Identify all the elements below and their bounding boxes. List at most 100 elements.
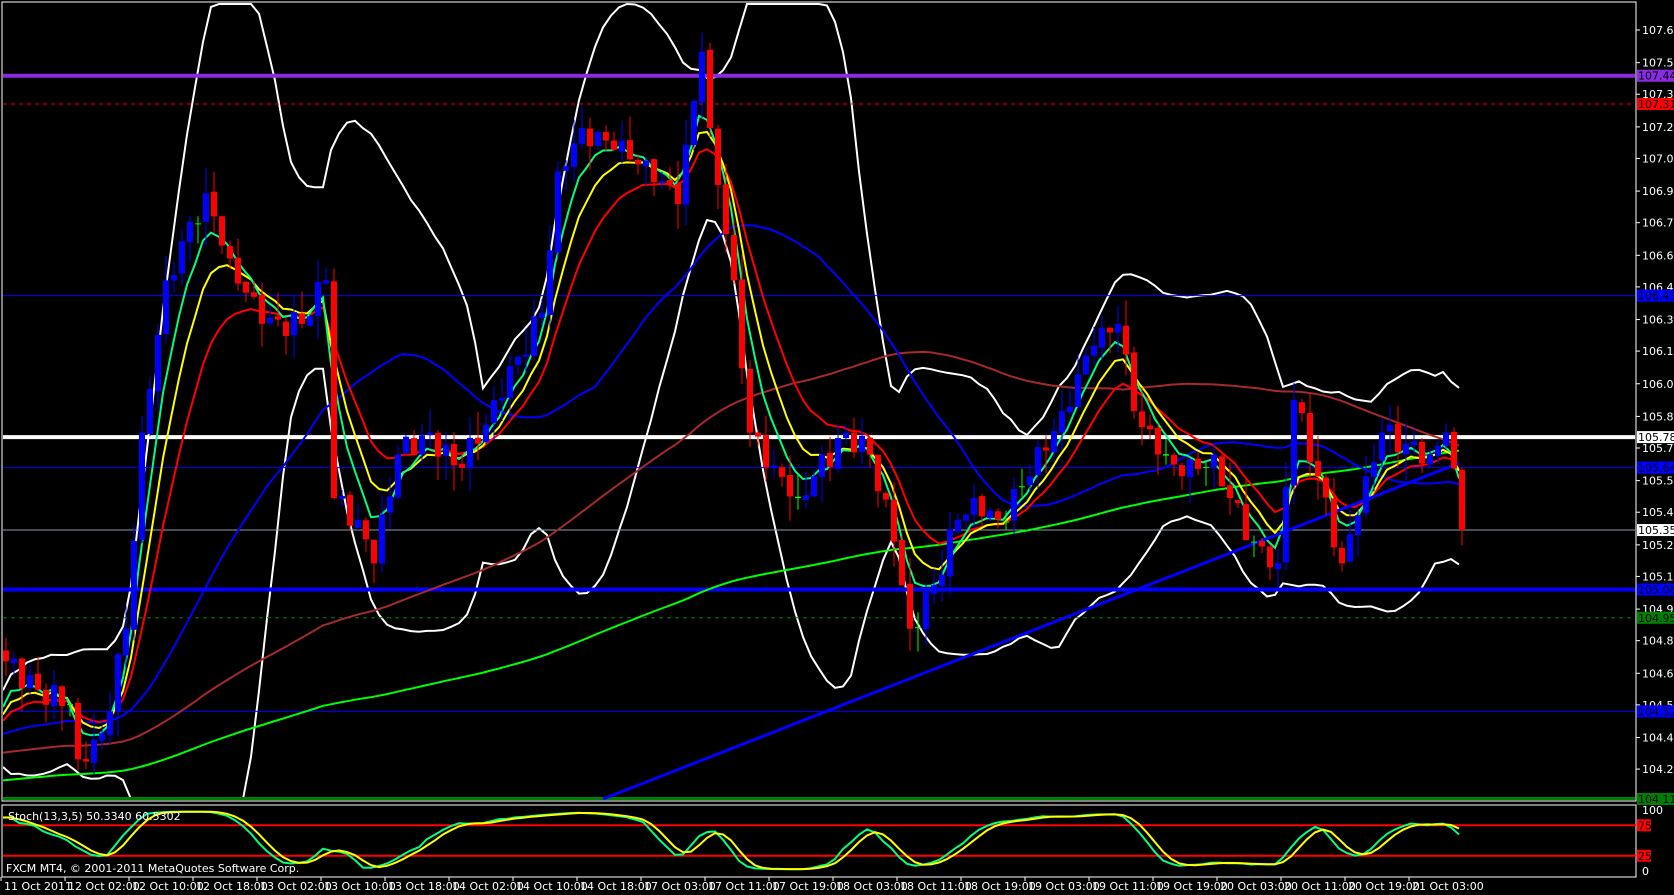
price-tick-label: 105.285 bbox=[1642, 539, 1674, 552]
candle-body bbox=[1283, 487, 1289, 563]
candle-body bbox=[99, 733, 105, 741]
candle-body bbox=[843, 432, 849, 439]
time-label: 12 Oct 02:00 bbox=[68, 880, 140, 893]
price-tick-label: 105.140 bbox=[1642, 570, 1674, 583]
candle-body bbox=[1243, 504, 1249, 541]
candle-body bbox=[227, 246, 233, 259]
candle-body bbox=[483, 424, 489, 443]
candle-body bbox=[771, 465, 777, 468]
candle-body bbox=[1235, 500, 1241, 504]
candle-body bbox=[683, 144, 689, 205]
candle-body bbox=[1211, 454, 1217, 467]
candle-body bbox=[51, 684, 57, 707]
candle-body bbox=[411, 438, 417, 456]
candle-body bbox=[867, 437, 873, 455]
candle-body bbox=[1003, 521, 1009, 523]
candle-body bbox=[755, 432, 761, 437]
candle-body bbox=[1131, 352, 1137, 411]
candle-body bbox=[659, 181, 665, 184]
candle-body bbox=[1171, 455, 1177, 465]
candle-body bbox=[163, 280, 169, 335]
candle-body bbox=[931, 585, 937, 595]
candle-body bbox=[779, 467, 785, 477]
candle-body bbox=[331, 281, 337, 499]
candle-body bbox=[43, 689, 49, 705]
time-label: 18 Oct 19:00 bbox=[964, 880, 1036, 893]
price-chart[interactable]: 107.650107.500107.355107.205107.060106.9… bbox=[0, 0, 1674, 895]
candle-body bbox=[219, 216, 225, 246]
candle-body bbox=[795, 496, 801, 499]
candle-body bbox=[283, 321, 289, 336]
price-tick-label: 107.500 bbox=[1642, 57, 1674, 70]
candle-body bbox=[435, 433, 441, 457]
candle-body bbox=[35, 673, 41, 690]
candle-body bbox=[747, 368, 753, 433]
level-label: 107.310 bbox=[1638, 98, 1674, 111]
price-tick-label: 105.875 bbox=[1642, 410, 1674, 423]
candle-body bbox=[1227, 485, 1233, 499]
main-panel-frame bbox=[1, 1, 1637, 802]
candle-body bbox=[251, 292, 257, 297]
candle-body bbox=[675, 183, 681, 205]
candle-body bbox=[1331, 498, 1337, 548]
candle-body bbox=[691, 100, 697, 146]
candle-body bbox=[827, 452, 833, 468]
candle-body bbox=[91, 739, 97, 764]
candle-body bbox=[643, 160, 649, 167]
candle-body bbox=[19, 658, 25, 689]
candle-body bbox=[907, 583, 913, 629]
candle-body bbox=[1267, 546, 1273, 568]
candle-body bbox=[1187, 459, 1193, 478]
candle-body bbox=[667, 180, 673, 185]
candle-body bbox=[67, 704, 73, 706]
candle-body bbox=[83, 759, 89, 762]
candle-body bbox=[1059, 410, 1065, 433]
candle-body bbox=[1091, 345, 1097, 356]
candle-body bbox=[603, 132, 609, 141]
price-tick-label: 106.765 bbox=[1642, 217, 1674, 230]
candle-body bbox=[1019, 486, 1025, 488]
candle-body bbox=[203, 193, 209, 222]
candle-body bbox=[963, 514, 969, 521]
level-label: 105.080 bbox=[1638, 583, 1674, 596]
candle-body bbox=[275, 316, 281, 320]
candle-body bbox=[1355, 515, 1361, 535]
candle-body bbox=[211, 191, 217, 217]
candle-body bbox=[1323, 477, 1329, 498]
candle-body bbox=[379, 514, 385, 564]
candle-body bbox=[1315, 461, 1321, 477]
candle-body bbox=[419, 435, 425, 455]
time-label: 19 Oct 11:00 bbox=[1092, 880, 1164, 893]
candle-body bbox=[307, 316, 313, 326]
stoch-level-label: 25 bbox=[1638, 850, 1652, 863]
candle-body bbox=[803, 495, 809, 500]
candle-body bbox=[27, 675, 33, 689]
time-label: 12 Oct 18:00 bbox=[196, 880, 268, 893]
level-label: 105.780 bbox=[1638, 431, 1674, 444]
candle-body bbox=[1123, 325, 1129, 355]
candle-body bbox=[955, 519, 961, 532]
candle-body bbox=[115, 654, 121, 713]
candle-body bbox=[403, 436, 409, 453]
candle-body bbox=[1139, 411, 1145, 428]
candle-body bbox=[699, 51, 705, 103]
candle-body bbox=[651, 159, 657, 183]
candle-body bbox=[195, 223, 201, 225]
price-tick-label: 106.175 bbox=[1642, 345, 1674, 358]
candle-body bbox=[707, 49, 713, 128]
price-tick-label: 106.910 bbox=[1642, 185, 1674, 198]
level-label: 107.440 bbox=[1638, 70, 1674, 83]
time-label: 20 Oct 11:00 bbox=[1284, 880, 1356, 893]
candle-body bbox=[635, 159, 641, 165]
price-tick-label: 107.205 bbox=[1642, 121, 1674, 134]
candle-body bbox=[1219, 456, 1225, 487]
candle-body bbox=[355, 519, 361, 528]
candle-body bbox=[1179, 465, 1185, 477]
candle-body bbox=[787, 475, 793, 497]
candle-body bbox=[299, 313, 305, 324]
candle-body bbox=[891, 499, 897, 542]
moving-average-sma34 bbox=[3, 224, 1460, 735]
candle-body bbox=[587, 128, 593, 147]
candle-body bbox=[1427, 454, 1433, 465]
candle-body bbox=[3, 650, 9, 662]
